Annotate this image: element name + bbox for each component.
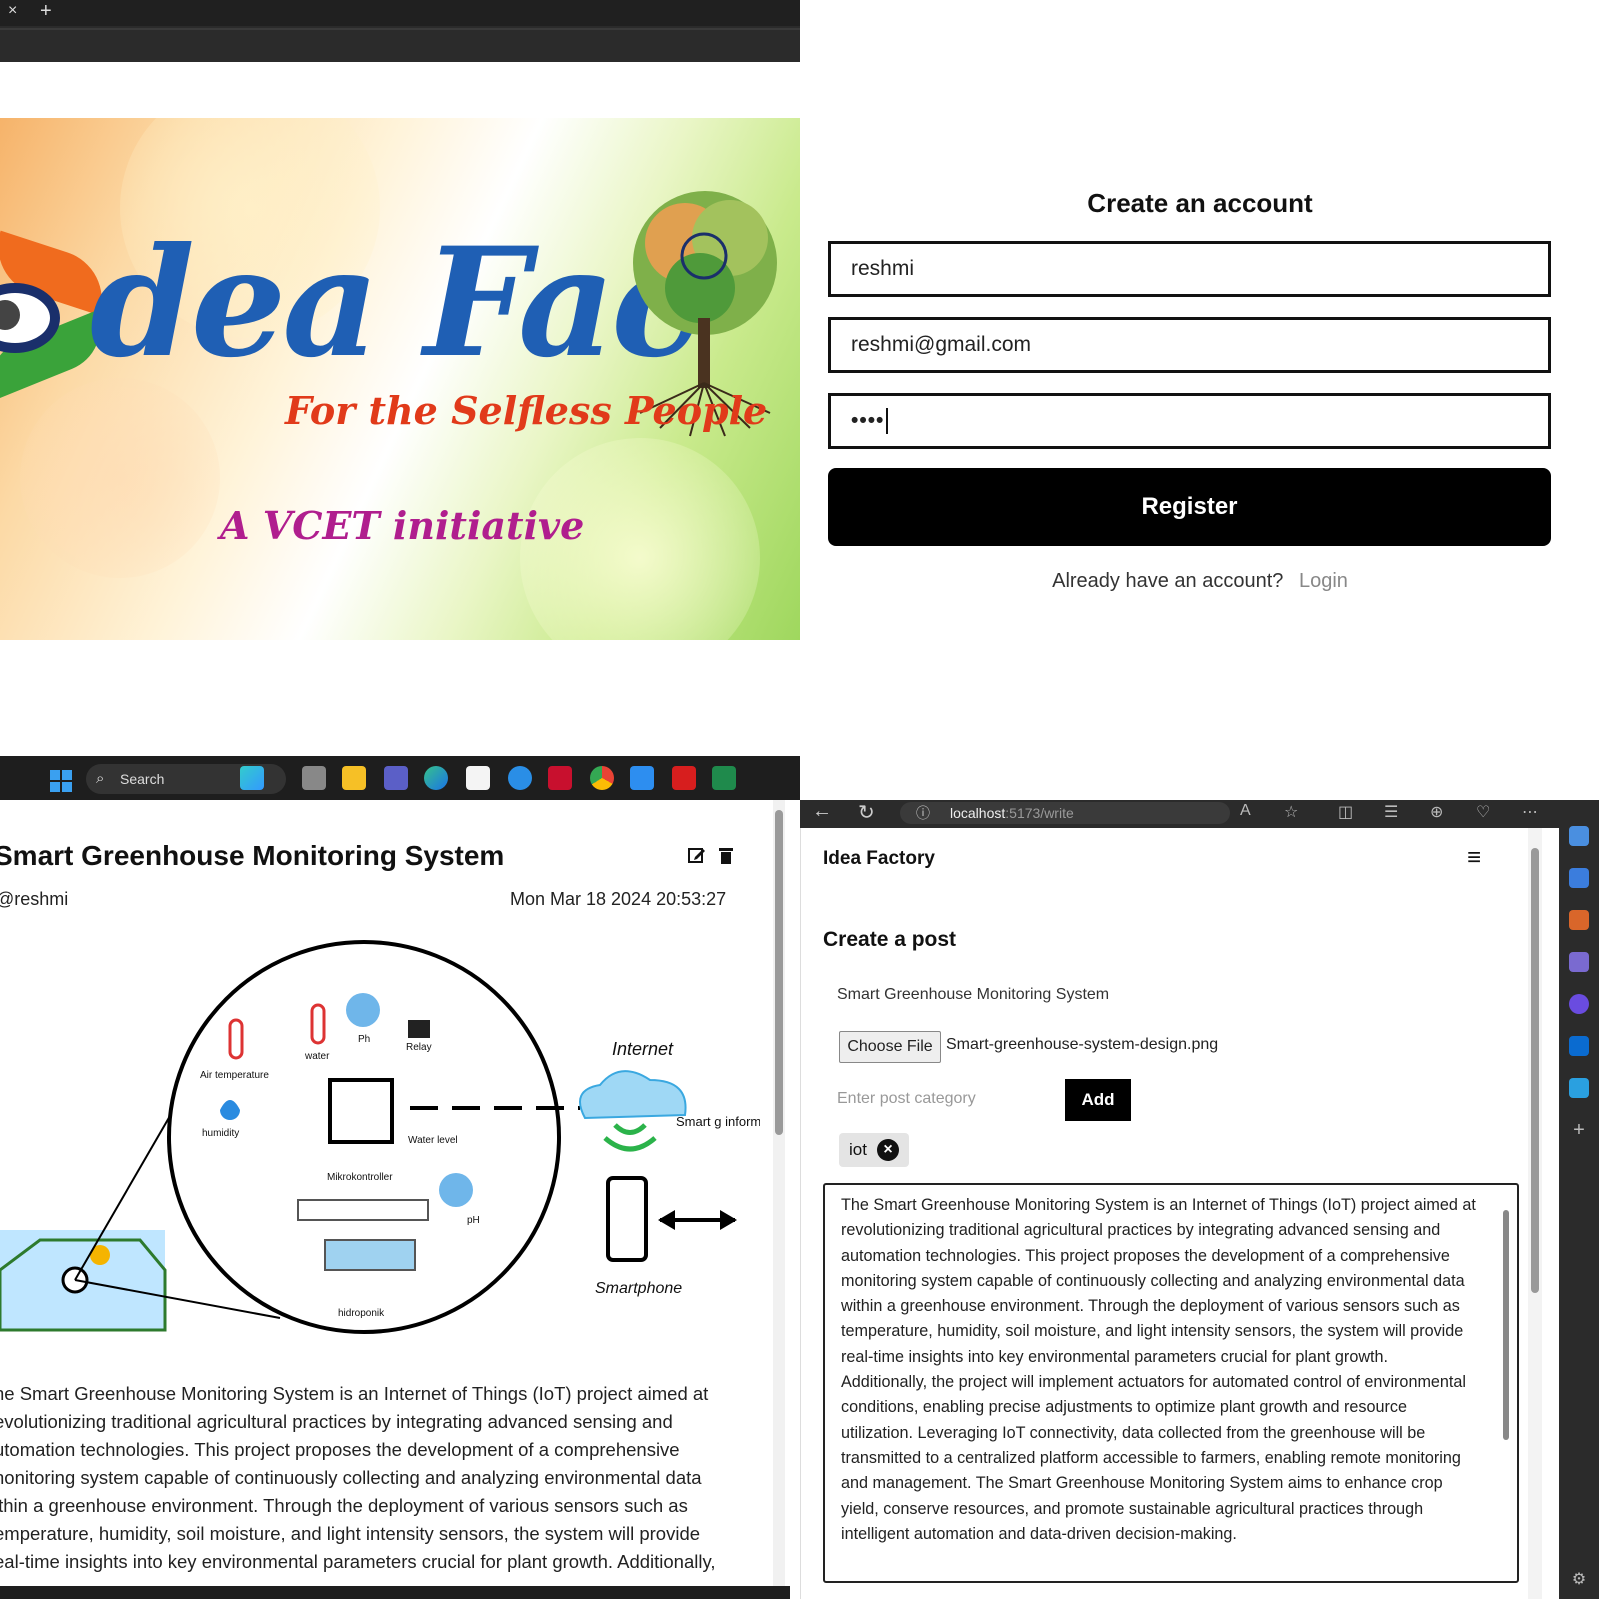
diagram-ph-top-label: Ph: [358, 1034, 370, 1045]
menu-icon[interactable]: ≡: [1467, 844, 1481, 872]
outlook-icon[interactable]: [1569, 1036, 1589, 1056]
windows-taskbar: ⌕ Search: [0, 756, 800, 800]
taskbar-search-label: Search: [120, 771, 165, 787]
add-category-button[interactable]: Add: [1065, 1079, 1131, 1121]
choose-file-button[interactable]: Choose File: [839, 1031, 941, 1063]
post-bottom-bar: [0, 1586, 790, 1599]
diagram-air-temp-label: Air temperature: [200, 1070, 269, 1081]
page-scrollbar[interactable]: [1528, 828, 1542, 1599]
email-input[interactable]: reshmi@gmail.com: [828, 317, 1551, 373]
weather-icon[interactable]: [508, 766, 532, 790]
post-title: Smart Greenhouse Monitoring System: [0, 840, 505, 871]
register-button[interactable]: Register: [828, 468, 1551, 546]
idea-factory-banner: dea Fac For the Selfless People A VCET i…: [0, 118, 800, 640]
login-prompt-text: Already have an account?: [1052, 570, 1284, 592]
banner-title: dea Fac: [90, 215, 703, 391]
search-icon: ⌕: [96, 770, 105, 787]
copilot-icon[interactable]: [1569, 994, 1589, 1014]
section-heading: Create a post: [823, 928, 957, 951]
shopping-icon[interactable]: [1569, 868, 1589, 888]
more-icon[interactable]: ⋯: [1522, 802, 1538, 822]
close-tab-icon[interactable]: ×: [8, 2, 17, 20]
widgets-icon[interactable]: [240, 766, 264, 790]
diagram-mikro-label: Mikrokontroller: [327, 1172, 393, 1183]
post-author: @reshmi: [0, 889, 69, 909]
send-icon[interactable]: [1569, 1078, 1589, 1098]
favorites-icon[interactable]: ☰: [1384, 802, 1398, 822]
url-host: localhost: [950, 805, 1006, 821]
site-info-icon[interactable]: ⓘ: [916, 802, 930, 824]
category-chip-label: iot: [849, 1140, 867, 1159]
register-panel: Create an account reshmi reshmi@gmail.co…: [800, 0, 1599, 760]
read-aloud-icon[interactable]: A: [1240, 802, 1251, 820]
diagram-hidroponik-label: hidroponik: [338, 1308, 385, 1319]
vscode-icon[interactable]: [630, 766, 654, 790]
tools-icon[interactable]: [1569, 910, 1589, 930]
post-description-textarea[interactable]: The Smart Greenhouse Monitoring System i…: [823, 1183, 1519, 1583]
games-icon[interactable]: [1569, 952, 1589, 972]
register-heading: Create an account: [1087, 188, 1313, 218]
delete-icon[interactable]: [718, 846, 734, 864]
excel-icon[interactable]: [712, 766, 736, 790]
file-explorer-icon[interactable]: [342, 766, 366, 790]
text-cursor: [886, 408, 889, 435]
url-path: :5173/write: [1005, 805, 1074, 821]
post-title-input[interactable]: [837, 980, 1517, 1010]
split-screen-icon[interactable]: ◫: [1338, 802, 1353, 822]
password-mask: ••••: [851, 409, 885, 432]
site-brand[interactable]: Idea Factory: [823, 848, 935, 870]
browser-tab-strip: × +: [0, 0, 800, 62]
task-view-icon[interactable]: [302, 766, 326, 790]
settings-icon[interactable]: ⚙: [1569, 1570, 1589, 1590]
category-input[interactable]: Enter post category: [837, 1084, 1047, 1114]
diagram-smartphone-label: Smartphone: [595, 1280, 682, 1297]
diagram-humidity-label: humidity: [202, 1128, 239, 1139]
diagram-ph-label: pH: [467, 1215, 480, 1226]
password-input[interactable]: ••••: [828, 393, 1551, 449]
textarea-scrollbar[interactable]: [1501, 1190, 1511, 1565]
performance-icon[interactable]: ♡: [1476, 802, 1490, 822]
diagram-water-label: water: [304, 1051, 330, 1062]
post-body: he Smart Greenhouse Monitoring System is…: [0, 1383, 716, 1572]
address-bar[interactable]: ⓘ localhost:5173/write: [900, 802, 1230, 824]
banner-initiative: A VCET initiative: [220, 503, 585, 548]
diagram-internet-label: Internet: [612, 1039, 674, 1059]
chrome-icon[interactable]: [590, 766, 614, 790]
remove-category-icon[interactable]: ×: [877, 1139, 899, 1161]
diagram-water-level-label: Water level: [408, 1135, 458, 1146]
new-tab-icon[interactable]: +: [40, 0, 52, 23]
login-prompt: Already have an account? Login: [800, 570, 1599, 593]
reload-icon[interactable]: ↻: [858, 800, 875, 825]
diagram-relay-label: Relay: [406, 1042, 432, 1053]
banner-tagline: For the Selfless People: [285, 388, 768, 433]
edge-toolbar: ← ↻ ⓘ localhost:5173/write A ☆ ◫ ☰ ⊕ ♡ ⋯: [800, 800, 1599, 828]
collections-icon[interactable]: ⊕: [1430, 802, 1443, 822]
greenhouse-diagram: Internet Smartphone Air temperature wate…: [0, 940, 760, 1334]
edge-sidebar: + ⚙: [1559, 800, 1599, 1599]
edit-icon[interactable]: [688, 846, 706, 864]
post-scrollbar[interactable]: [773, 800, 785, 1599]
edge-icon[interactable]: [424, 766, 448, 790]
mcafee-icon[interactable]: [548, 766, 572, 790]
post-date: Mon Mar 18 2024 20:53:27: [510, 889, 727, 909]
store-icon[interactable]: [466, 766, 490, 790]
teams-icon[interactable]: [384, 766, 408, 790]
favorite-star-icon[interactable]: ☆: [1284, 802, 1298, 822]
acrobat-icon[interactable]: [672, 766, 696, 790]
back-icon[interactable]: ←: [812, 800, 832, 823]
diagram-smart-info-label: Smart g informati re: [676, 1114, 760, 1129]
windows-start-icon[interactable]: [50, 770, 72, 792]
category-chip: iot ×: [839, 1133, 909, 1167]
post-view: Smart Greenhouse Monitoring System @resh…: [0, 800, 790, 1599]
search-icon[interactable]: [1569, 826, 1589, 846]
login-link[interactable]: Login: [1299, 570, 1348, 592]
tab-row: × +: [0, 0, 800, 26]
selected-file-name: Smart-greenhouse-system-design.png: [946, 1036, 1219, 1053]
username-input[interactable]: reshmi: [828, 241, 1551, 297]
add-icon[interactable]: +: [1569, 1120, 1589, 1140]
post-editor: Idea Factory ≡ Create a post Choose File…: [800, 828, 1545, 1599]
toolbar-divider: [0, 28, 800, 30]
